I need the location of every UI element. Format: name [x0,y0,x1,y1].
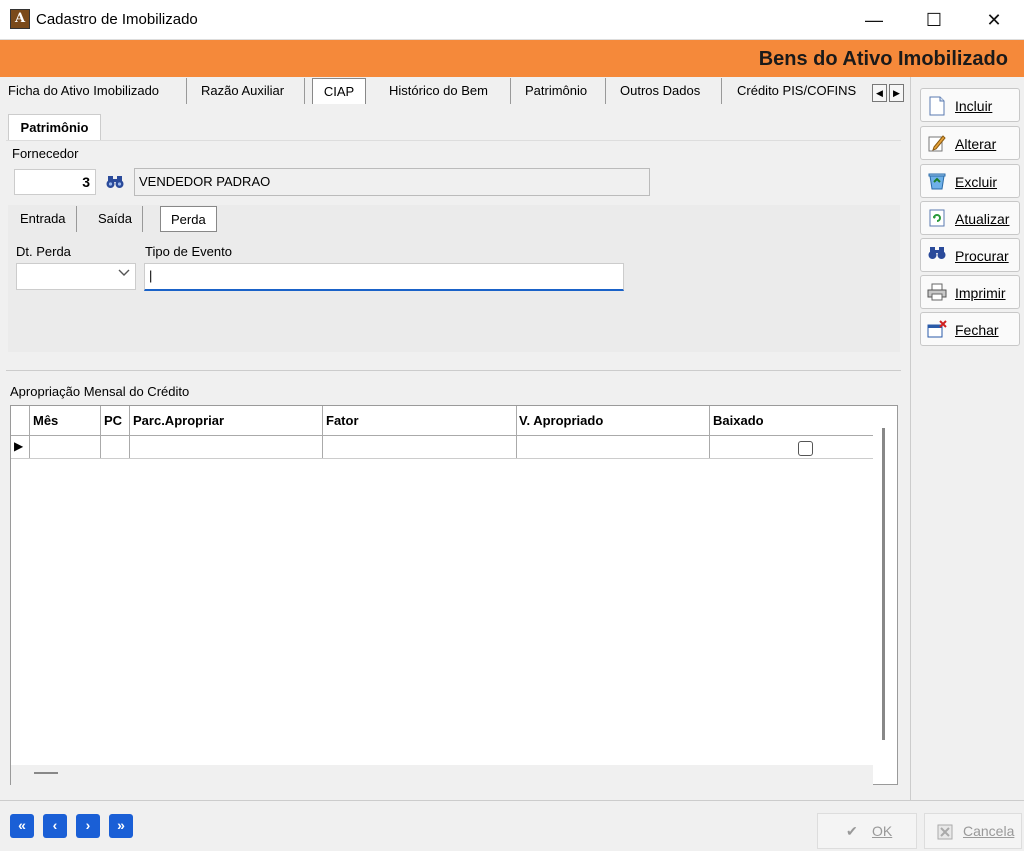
edit-pencil-icon [927,134,947,154]
fornecedor-name-field: VENDEDOR PADRAO [134,168,650,196]
col-v-apropriado-header[interactable]: V. Apropriado [519,413,603,428]
nav-next-icon[interactable]: › [76,814,100,838]
incluir-label: Incluir [955,98,993,114]
tab-patrimonio[interactable]: Patrimônio [517,78,606,104]
tab-patrimonio-inner[interactable]: Patrimônio [8,114,101,140]
ok-button[interactable]: ✔ OK [817,813,917,849]
recycle-bin-icon [927,172,947,192]
app-logo-icon: A [10,9,30,29]
col-parc-apropriar-header[interactable]: Parc.Apropriar [133,413,224,428]
alterar-button[interactable]: Alterar [920,126,1020,160]
alterar-label: Alterar [955,136,997,152]
atualizar-label: Atualizar [955,211,1010,227]
tab-razao-auxiliar[interactable]: Razão Auxiliar [193,78,305,104]
printer-icon [927,283,947,303]
nav-last-icon[interactable]: » [109,814,133,838]
table-row[interactable] [11,436,873,459]
col-baixado-header[interactable]: Baixado [713,413,764,428]
chevron-down-icon[interactable] [118,268,130,280]
procurar-button[interactable]: Procurar [920,238,1020,272]
new-document-icon [927,96,947,116]
fornecedor-code-field[interactable]: 3 [14,169,96,195]
apropriacao-label: Apropriação Mensal do Crédito [10,384,190,399]
maximize-button[interactable]: ☐ [904,0,964,40]
window-title: Cadastro de Imobilizado [36,11,198,28]
header-title: Bens do Ativo Imobilizado [758,48,1008,70]
cancela-button[interactable]: Cancela [924,813,1022,849]
incluir-button[interactable]: Incluir [920,88,1020,122]
nav-previous-icon[interactable]: ‹ [43,814,67,838]
horizontal-scrollbar[interactable] [34,772,58,774]
checkmark-icon: ✔ [846,823,858,839]
tipo-evento-input[interactable]: | [144,263,624,291]
imprimir-label: Imprimir [955,285,1006,301]
col-fator-header[interactable]: Fator [326,413,359,428]
tab-ficha-ativo[interactable]: Ficha do Ativo Imobilizado [0,78,187,104]
tipo-evento-label: Tipo de Evento [145,244,232,259]
fechar-button[interactable]: Fechar [920,312,1020,346]
subtab-entrada[interactable]: Entrada [10,206,77,232]
ok-label: OK [872,823,893,839]
fechar-label: Fechar [955,322,999,338]
fornecedor-label: Fornecedor [12,146,79,161]
close-window-button[interactable]: ✕ [964,0,1024,40]
vertical-scrollbar[interactable] [882,428,885,740]
excluir-label: Excluir [955,174,998,190]
apropriacao-grid[interactable] [10,405,898,785]
excluir-button[interactable]: Excluir [920,164,1020,198]
row-pointer-icon: ▶ [14,439,24,453]
binoculars-icon [927,246,947,266]
tab-outros-dados[interactable]: Outros Dados [612,78,722,104]
tab-credito-pis-cofins[interactable]: Crédito PIS/COFINS [729,78,865,104]
atualizar-button[interactable]: Atualizar [920,201,1020,235]
col-mes-header[interactable]: Mês [33,413,58,428]
procurar-label: Procurar [955,248,1009,264]
col-pc-header[interactable]: PC [104,413,122,428]
minimize-button[interactable]: — [844,0,904,40]
tab-historico-bem[interactable]: Histórico do Bem [381,78,511,104]
close-window-icon [927,320,947,340]
subtab-perda[interactable]: Perda [160,206,217,232]
tab-scroll-left-icon[interactable]: ◀ [872,84,887,102]
tab-ciap[interactable]: CIAP [312,78,366,104]
binoculars-search-icon[interactable] [106,175,124,192]
grid-footer [11,765,873,785]
subtab-saida[interactable]: Saída [88,206,143,232]
tab-scroll-right-icon[interactable]: ▶ [889,84,904,102]
cancela-label: Cancela [963,823,1015,839]
baixado-checkbox[interactable] [798,441,813,456]
dt-perda-label: Dt. Perda [16,244,71,259]
nav-first-icon[interactable]: « [10,814,34,838]
cancel-icon [937,814,953,848]
imprimir-button[interactable]: Imprimir [920,275,1020,309]
refresh-icon [927,209,947,229]
